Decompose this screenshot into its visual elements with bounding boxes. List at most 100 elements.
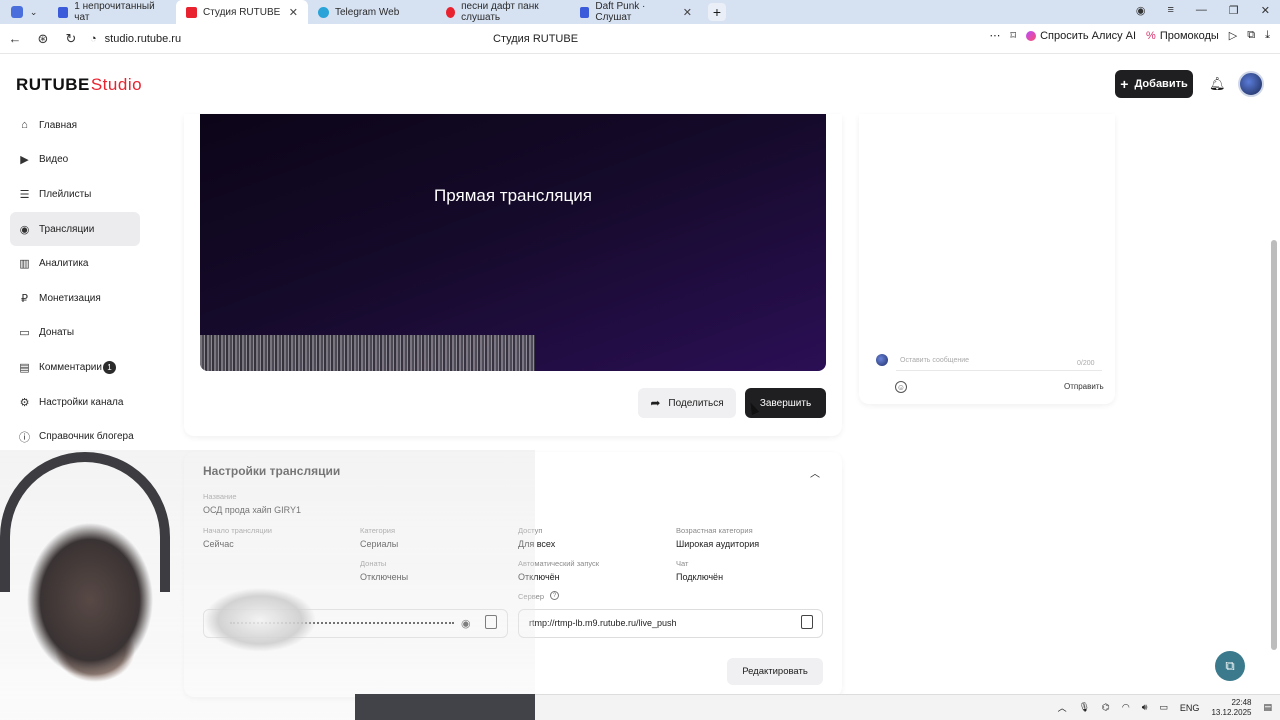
back-icon[interactable]: ←	[4, 31, 26, 46]
autostart-value: Отключён	[518, 572, 560, 582]
sidebar-item-label: Плейлисты	[39, 188, 92, 200]
tab-favicon-icon	[318, 6, 329, 18]
clock-date: 13.12.2025	[1211, 707, 1252, 717]
chat-avatar	[876, 354, 888, 366]
sidebar-item-home[interactable]: ⌂ Главная	[10, 108, 140, 143]
rutube-studio-logo[interactable]: RUTUBEStudio	[16, 75, 142, 95]
percent-icon: %	[1146, 29, 1156, 42]
sidebar-item-analytics[interactable]: ▥ Аналитика	[10, 246, 140, 281]
chevron-down-icon[interactable]: ⌄	[30, 7, 38, 18]
category-label: Категория	[360, 526, 396, 535]
battery-icon[interactable]: ▭	[1159, 702, 1168, 713]
wifi-icon[interactable]: ◠	[1122, 702, 1130, 713]
send-button[interactable]: Отправить	[1064, 382, 1104, 391]
sidebar-item-monetization[interactable]: ₽ Монетизация	[10, 281, 140, 316]
help-icon[interactable]: ?	[550, 591, 559, 600]
scrollbar[interactable]	[1271, 240, 1277, 650]
logo-main: RUTUBE	[16, 75, 90, 94]
profile-icon[interactable]: ◉	[1136, 4, 1146, 17]
sidebar-item-blogger-guide[interactable]: ⓘ Справочник блогера	[10, 419, 140, 454]
browser-tab-4[interactable]: песни дафт панк слушать	[436, 0, 570, 24]
browser-tab-5[interactable]: Daft Punk · Слушат ✕	[570, 0, 702, 24]
sidebar-item-broadcasts[interactable]: ◉ Трансляции	[10, 211, 140, 247]
analytics-icon: ▥	[19, 258, 30, 271]
share-button[interactable]: ➦ Поделиться	[638, 388, 736, 418]
reload-icon[interactable]: ↻	[60, 31, 82, 47]
clock[interactable]: 22:48 13.12.2025	[1211, 698, 1251, 718]
download-icon[interactable]: ⤓	[1265, 29, 1270, 42]
more-icon[interactable]: ⋯	[989, 29, 1000, 42]
bell-icon[interactable]: 🔔︎	[1209, 76, 1226, 92]
category-value: Сериалы	[360, 539, 399, 549]
chat-label: Чат	[676, 559, 689, 568]
sidebar-item-video[interactable]: ▶ Видео	[10, 143, 140, 178]
close-icon[interactable]: ✕	[289, 6, 298, 19]
new-tab-button[interactable]: +	[708, 3, 726, 21]
menu-icon[interactable]: ≡	[1167, 4, 1173, 17]
access-value: Для всех	[518, 539, 556, 549]
tray-chevron-icon[interactable]: ︿	[1058, 701, 1067, 714]
monetization-icon: ₽	[21, 292, 28, 305]
tab-label: Студия RUTUBE	[203, 6, 281, 18]
eye-icon[interactable]: ◉	[461, 617, 471, 630]
finish-button[interactable]: Завершить	[745, 388, 826, 418]
broadcast-icon: ◉	[19, 223, 30, 236]
promo-button[interactable]: % Промокоды	[1146, 30, 1219, 42]
chevron-up-icon[interactable]: ︿	[810, 465, 820, 480]
settings-icon: ⚙	[19, 396, 30, 409]
network-icon[interactable]: ⌬	[1102, 702, 1110, 713]
sidebar-item-channel-settings[interactable]: ⚙ Настройки канала	[10, 385, 140, 420]
chat-counter: 0/200	[1077, 360, 1095, 367]
share-label: Поделиться	[668, 397, 724, 409]
browser-tab-3[interactable]: Telegram Web	[308, 0, 436, 24]
name-value: ОСД прода хайп GIRY1	[203, 505, 301, 515]
alice-button[interactable]: Спросить Алису AI	[1026, 30, 1136, 42]
sidebar-item-label: Трансляции	[39, 223, 95, 235]
alice-icon	[1026, 30, 1037, 41]
tab-label: 1 непрочитанный чат	[74, 1, 155, 23]
chat-message-input[interactable]: Оставить сообщение	[896, 357, 1102, 371]
tab-label: песни дафт панк слушать	[461, 1, 539, 23]
emoji-icon[interactable]: ☺	[895, 381, 907, 393]
language-indicator[interactable]: ENG	[1180, 703, 1200, 713]
play-icon[interactable]: ▷	[1229, 29, 1237, 42]
browser-tab-2[interactable]: Студия RUTUBE ✕	[176, 0, 308, 24]
taskbar: ︿ 🎙︎ ⌬ ◠ 🔊︎ ▭ ENG 22:48 13.12.2025 ▤	[535, 694, 1280, 720]
donate-icon: ▭	[19, 327, 30, 340]
browser-logo-icon	[10, 6, 23, 18]
volume-icon[interactable]: 🔊︎	[1142, 702, 1148, 713]
browser-menu[interactable]: ⌄	[0, 0, 48, 24]
donates-value: Отключены	[360, 572, 409, 582]
history-icon[interactable]: ⊛	[32, 31, 54, 47]
sidebar-item-comments[interactable]: ▤ Комментарии 1	[10, 350, 140, 385]
close-window-icon[interactable]: ✕	[1261, 4, 1270, 17]
video-player[interactable]: Прямая трансляция	[200, 114, 826, 371]
avatar[interactable]	[1238, 71, 1264, 97]
sidebar-item-donates[interactable]: ▭ Донаты	[10, 316, 140, 351]
tab-label: Daft Punk · Слушат	[595, 1, 646, 23]
support-chat-icon[interactable]: ⧉	[1215, 651, 1245, 681]
microphone-icon[interactable]: 🎙︎	[1079, 702, 1090, 713]
lock-icon[interactable]: ◔	[90, 33, 97, 45]
add-button[interactable]: + Добавить	[1115, 70, 1193, 98]
window-controls: ◉ ≡ — ❐ ✕	[1136, 4, 1270, 17]
settings-title: Настройки трансляции	[203, 464, 341, 478]
browser-tab-1[interactable]: 1 непрочитанный чат	[48, 0, 176, 24]
video-noise	[200, 335, 535, 371]
copy-icon[interactable]	[485, 615, 497, 629]
edit-label: Редактировать	[742, 666, 808, 677]
tab-favicon-icon	[58, 6, 69, 18]
notifications-icon[interactable]: ▤	[1263, 702, 1272, 713]
bookmark-icon[interactable]: ⌑	[1010, 29, 1016, 42]
tab-favicon-icon	[446, 6, 456, 18]
sidebar-item-label: Справочник блогера	[39, 431, 134, 443]
minimize-icon[interactable]: —	[1196, 4, 1207, 17]
sidebar-item-playlists[interactable]: ☰ Плейлисты	[10, 177, 140, 212]
edit-button[interactable]: Редактировать	[727, 658, 823, 685]
extensions-icon[interactable]: ⧉	[1247, 29, 1255, 42]
maximize-icon[interactable]: ❐	[1229, 4, 1239, 17]
copy-icon[interactable]	[801, 615, 813, 629]
finish-label: Завершить	[759, 397, 812, 409]
url-field[interactable]: studio.rutube.ru	[105, 33, 181, 45]
close-icon[interactable]: ✕	[683, 6, 692, 19]
